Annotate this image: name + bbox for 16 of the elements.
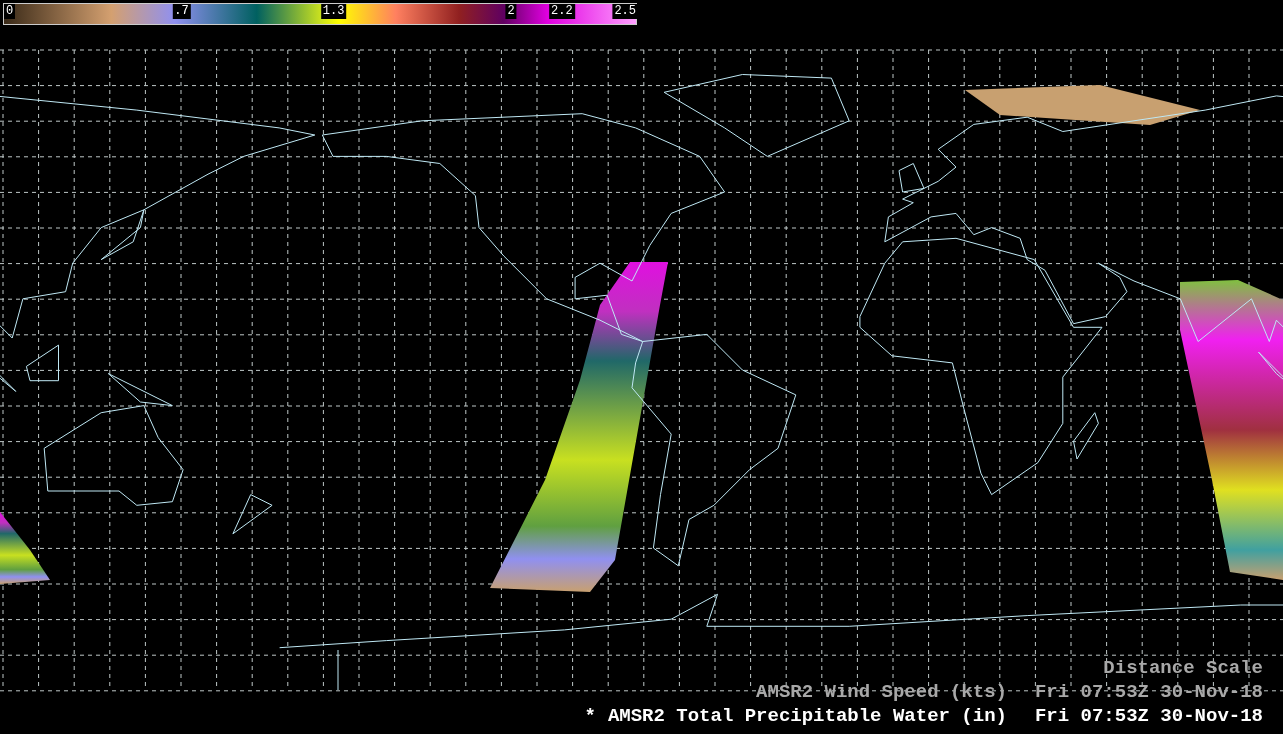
layer-name: AMSR2 Total Precipitable Water (in) (607, 704, 1007, 728)
landmass-outline (25, 344, 59, 382)
precipitable-water-swath (0, 512, 50, 584)
distance-scale-label: Distance Scale (1103, 656, 1263, 680)
layer-time: Fri 07:53Z 30-Nov-18 (1034, 680, 1263, 704)
distance-scale-line (337, 649, 339, 691)
scale-tick-label: 2.2 (549, 4, 575, 19)
scale-tick-label: 1.3 (320, 4, 347, 19)
layer-time: Fri 07:53Z 30-Nov-18 (1034, 704, 1263, 728)
scale-tick-label: 2.5 (612, 4, 638, 19)
scale-tick-label: .7 (172, 4, 191, 19)
scale-tick-label: 0 (4, 4, 16, 19)
layer-name: AMSR2 Wind Speed (kts) (756, 680, 1007, 704)
scale-tick-label: 2 (505, 4, 517, 19)
landmass-outline (232, 494, 273, 535)
active-layer-marker: * (584, 704, 596, 728)
